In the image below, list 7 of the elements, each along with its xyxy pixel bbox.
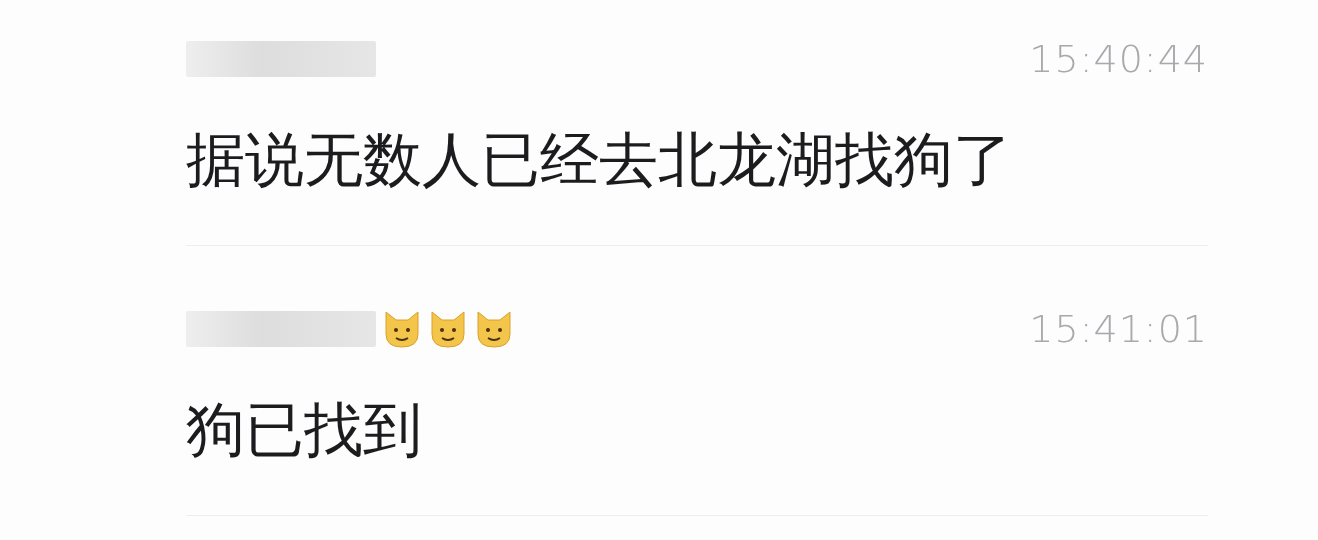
cat-emoji-icon [382, 310, 422, 348]
comment-text: 狗已找到 [186, 394, 423, 466]
comment-time: 15:40:44 [1029, 37, 1208, 81]
comment-time: 15:41:01 [1029, 307, 1208, 351]
cat-emoji-icon [474, 310, 514, 348]
cat-emoji-icon [428, 310, 468, 348]
comment-text: 据说无数人已经去北龙湖找狗了 [186, 124, 1013, 196]
